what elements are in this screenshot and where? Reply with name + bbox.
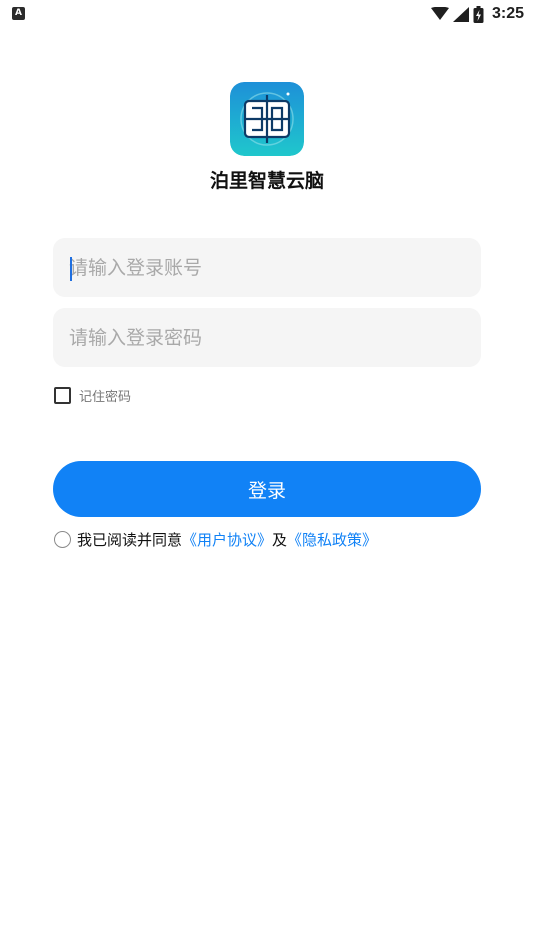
- app-logo-icon: [230, 82, 304, 156]
- account-field[interactable]: [53, 238, 481, 297]
- agreement-connector: 及: [272, 531, 288, 549]
- signal-icon: [452, 6, 469, 22]
- battery-icon: [473, 5, 484, 23]
- remember-password[interactable]: 记住密码: [54, 386, 131, 405]
- app-name: 泊里智慧云脑: [209, 170, 324, 192]
- remember-label: 记住密码: [79, 390, 132, 405]
- agreement-radio[interactable]: [54, 531, 71, 548]
- status-right: 3:25: [430, 3, 524, 25]
- remember-checkbox[interactable]: [54, 387, 71, 404]
- status-bar: A 3:25: [0, 0, 534, 28]
- notification-icon: A: [12, 7, 25, 20]
- account-input[interactable]: [67, 255, 481, 280]
- password-input[interactable]: [67, 325, 481, 350]
- password-field[interactable]: [53, 308, 481, 367]
- wifi-icon: [430, 7, 449, 20]
- login-button[interactable]: 登录: [53, 461, 481, 517]
- user-agreement-link[interactable]: 《用户协议》: [182, 529, 272, 550]
- privacy-policy-link[interactable]: 《隐私政策》: [287, 529, 377, 550]
- agreement-prefix: 我已阅读并同意: [77, 531, 183, 549]
- status-time: 3:25: [491, 5, 524, 22]
- text-cursor: [70, 257, 72, 281]
- agreement-row: 我已阅读并同意 《用户协议》 及 《隐私政策》: [54, 529, 377, 550]
